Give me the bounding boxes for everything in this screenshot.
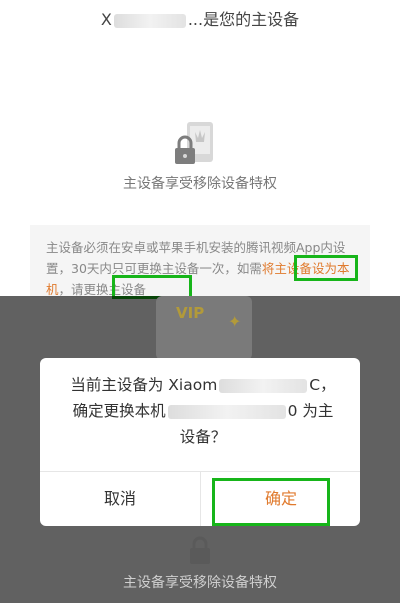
line2-prefix: 确定更换本机 [72, 402, 166, 420]
line1-prefix: 当前主设备为 Xiaom [70, 376, 218, 394]
title-suffix: ...是您的主设备 [187, 10, 300, 29]
dialog-line-2: 确定更换本机 0 为主 [58, 398, 348, 424]
line2-suffix: 0 为主 [287, 402, 334, 420]
page-title: X ...是您的主设备 [0, 6, 400, 30]
dialog-line-1: 当前主设备为 Xiaom C， [58, 372, 348, 398]
device-lock-crown-icon [175, 122, 213, 164]
lock-icon [190, 536, 210, 564]
feature-caption: 主设备享受移除设备特权 [123, 176, 277, 192]
redacted-device-name [113, 13, 186, 28]
line1-suffix: C， [309, 376, 336, 394]
highlight-box [212, 478, 330, 526]
sparkle-icon: ✦ [228, 312, 242, 331]
vip-badge: VIP [176, 304, 205, 322]
dialog-message: 当前主设备为 Xiaom C， 确定更换本机 0 为主 设备？ [58, 372, 348, 450]
cancel-button[interactable]: 取消 [40, 472, 200, 526]
dialog-line-3: 设备？ [179, 428, 227, 446]
bottom-feature-caption: 主设备享受移除设备特权 [123, 575, 277, 591]
redacted-current-device [219, 378, 308, 393]
highlight-box [294, 255, 358, 281]
redacted-this-device [167, 404, 286, 419]
title-prefix: X [100, 10, 112, 29]
screen: X ...是您的主设备 主设备享受移除设备特权 主设备必须在安卓或苹果手机安装的腾… [0, 0, 400, 603]
